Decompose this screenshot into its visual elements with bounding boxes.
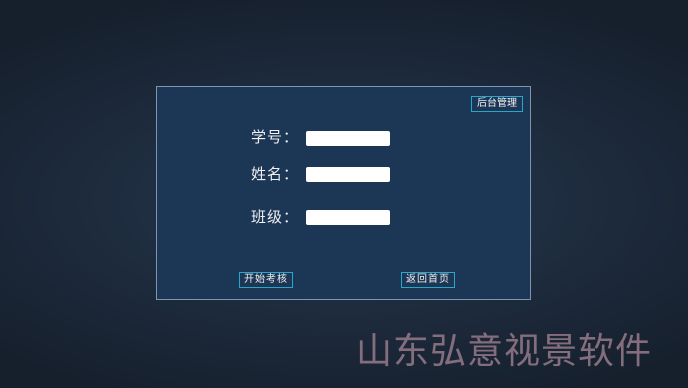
back-home-button[interactable]: 返回首页 xyxy=(401,272,455,288)
student-id-input[interactable] xyxy=(306,131,390,146)
student-id-label: 学号： xyxy=(251,128,300,146)
class-input[interactable] xyxy=(306,210,390,225)
admin-button[interactable]: 后台管理 xyxy=(471,96,523,112)
start-exam-button[interactable]: 开始考核 xyxy=(239,272,293,288)
class-label: 班级： xyxy=(251,208,300,226)
login-panel: 后台管理 学号： 姓名： 班级： 开始考核 返回首页 xyxy=(156,86,531,300)
company-watermark: 山东弘意视景软件 xyxy=(356,331,653,372)
name-input[interactable] xyxy=(306,167,390,182)
name-label: 姓名： xyxy=(251,165,300,183)
